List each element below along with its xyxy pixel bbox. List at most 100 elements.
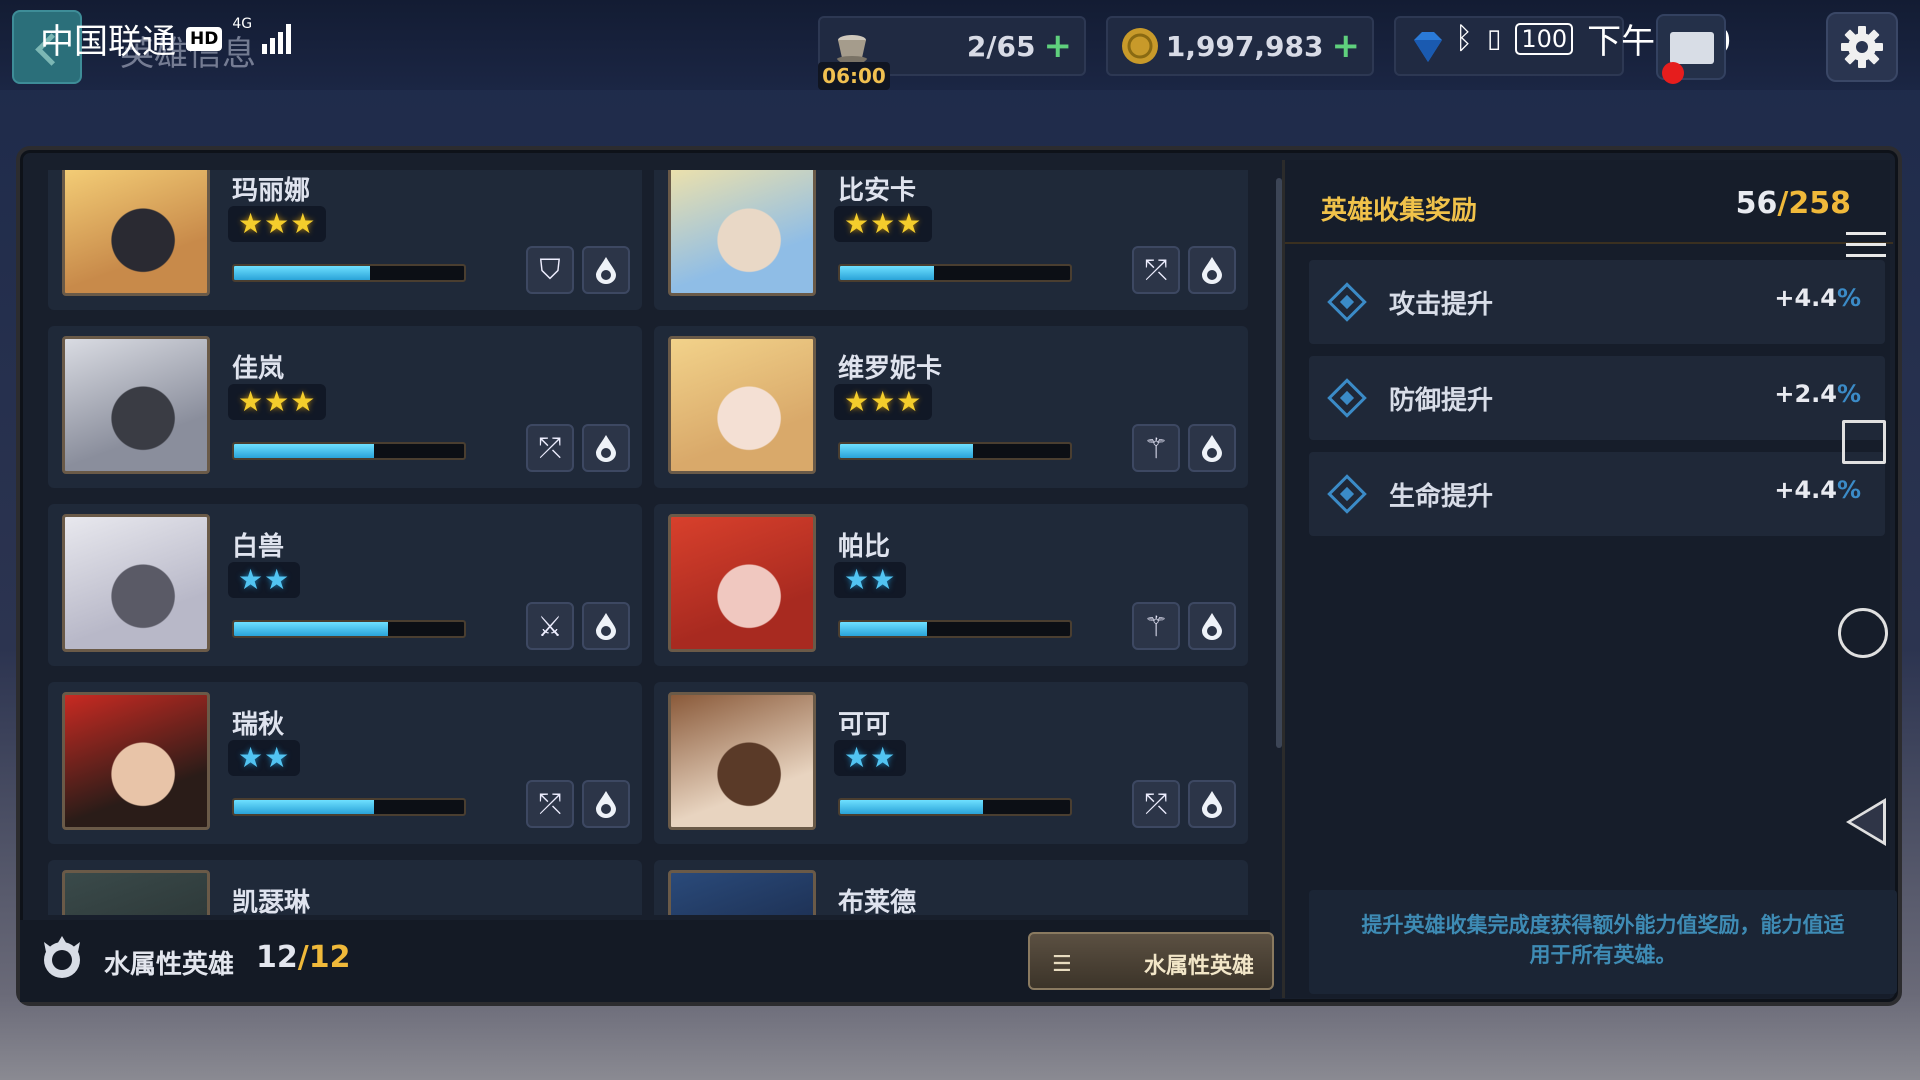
collection-reward-panel: 英雄收集奖励 56/258 攻击提升 +4.4% 防御提升 +2.4% 生命提升… <box>1282 160 1897 998</box>
hero-card[interactable]: 玛丽娜 ★★★ ⛉ <box>48 170 642 310</box>
top-bar: 英雄信息 中国联通 HD 4G 2/65 + 06:00 1,997,983 + <box>0 0 1920 90</box>
add-gold-button[interactable]: + <box>1332 26 1361 66</box>
hero-progress-fill <box>234 622 389 636</box>
hero-portrait <box>668 692 816 830</box>
stat-defense: 防御提升 +2.4% <box>1309 356 1885 440</box>
hero-collection-panel: 玛丽娜 ★★★ ⛉ 比安卡 ★★★ ⤱ 佳岚 ★★★ ⤱ 维罗妮卡 ★★★ ⚚ 白兽 ★★ ⚔ 帕比 ★★ ⚚ 瑞秋… <box>16 146 1902 1006</box>
hero-name: 瑞秋 <box>232 710 285 740</box>
hero-card[interactable]: 白兽 ★★ ⚔ <box>48 504 642 666</box>
hero-card[interactable]: 比安卡 ★★★ ⤱ <box>654 170 1248 310</box>
stat-hp: 生命提升 +4.4% <box>1309 452 1885 536</box>
gold-value: 1,997,983 <box>1165 29 1324 63</box>
element-filter-button[interactable]: ☰ 水属性英雄 <box>1028 932 1274 990</box>
hero-progress-fill <box>840 622 928 636</box>
element-footer: 水属性英雄 12/12 ☰ 水属性英雄 <box>20 920 1274 1002</box>
gear-icon <box>1841 26 1883 68</box>
hero-progress-bar <box>232 264 466 282</box>
crossed-bow-icon: ⤱ <box>526 424 574 472</box>
hd-badge: HD <box>186 26 223 51</box>
hero-progress-fill <box>840 800 983 814</box>
hero-name: 玛丽娜 <box>232 176 311 206</box>
hero-card[interactable]: 佳岚 ★★★ ⤱ <box>48 326 642 488</box>
notification-dot <box>1662 62 1684 84</box>
menu-icon: ☰ <box>1052 952 1072 977</box>
water-drop-icon <box>1188 780 1236 828</box>
stat-value: +2.4% <box>1774 380 1861 408</box>
hero-name: 佳岚 <box>232 354 285 384</box>
mail-icon <box>1670 32 1714 64</box>
stat-unit: % <box>1836 476 1861 504</box>
water-drop-icon <box>582 780 630 828</box>
hero-portrait <box>668 336 816 474</box>
staff-icon: ⚚ <box>1132 602 1180 650</box>
nav-back-button[interactable] <box>1846 798 1886 846</box>
hero-name: 维罗妮卡 <box>838 354 943 384</box>
hero-stars: ★★★ <box>228 384 327 420</box>
stat-number: +4.4 <box>1774 284 1837 312</box>
stat-name: 防御提升 <box>1389 386 1494 416</box>
shield-icon: ⛉ <box>526 246 574 294</box>
mail-button[interactable] <box>1656 14 1726 84</box>
stat-unit: % <box>1836 380 1861 408</box>
hero-card[interactable]: 瑞秋 ★★ ⤱ <box>48 682 642 844</box>
hero-list[interactable]: 玛丽娜 ★★★ ⛉ 比安卡 ★★★ ⤱ 佳岚 ★★★ ⤱ 维罗妮卡 ★★★ ⚚ 白兽 ★★ ⚔ 帕比 ★★ ⚚ 瑞秋… <box>48 170 1288 915</box>
nav-recents-button[interactable] <box>1842 420 1886 464</box>
hero-card[interactable]: 可可 ★★ ⤱ <box>654 682 1248 844</box>
coffee-cup-icon <box>836 35 868 64</box>
element-label: 水属性英雄 <box>104 950 235 980</box>
hero-progress-bar <box>838 620 1072 638</box>
reward-owned: 56 <box>1735 186 1778 221</box>
vibrate-icon: ▯ <box>1487 23 1502 54</box>
hero-stars: ★★ <box>228 740 301 776</box>
android-status-bar: 中国联通 HD 4G <box>40 14 292 63</box>
diamond-icon <box>1327 282 1367 322</box>
hero-card[interactable]: 维罗妮卡 ★★★ ⚚ <box>654 326 1248 488</box>
hero-name: 白兽 <box>232 532 285 562</box>
hero-name: 布莱德 <box>838 888 917 915</box>
water-element-icon <box>44 936 80 978</box>
stat-number: +4.4 <box>1774 476 1837 504</box>
reward-progress: 56/258 <box>1736 186 1851 221</box>
hero-portrait <box>62 336 210 474</box>
description-line: 用于所有英雄。 <box>1529 943 1677 967</box>
nav-menu-icon[interactable] <box>1846 232 1886 265</box>
gold-coin-icon <box>1122 28 1158 64</box>
hero-progress-bar <box>838 264 1072 282</box>
hero-progress-fill <box>234 800 375 814</box>
bluetooth-icon: ᛒ <box>1455 21 1473 56</box>
carrier-label: 中国联通 <box>40 22 176 62</box>
hero-progress-fill <box>840 266 935 280</box>
stat-attack: 攻击提升 +4.4% <box>1309 260 1885 344</box>
stat-unit: % <box>1836 284 1861 312</box>
hero-stars: ★★ <box>834 562 907 598</box>
water-drop-icon <box>1188 602 1236 650</box>
hero-name: 帕比 <box>838 532 891 562</box>
settings-button[interactable] <box>1826 12 1898 82</box>
diamond-icon <box>1327 474 1367 514</box>
staff-icon: ⚚ <box>1132 424 1180 472</box>
hero-card[interactable]: 布莱德 <box>654 860 1248 915</box>
add-stamina-button[interactable]: + <box>1044 26 1073 66</box>
filter-label: 水属性英雄 <box>1143 954 1254 979</box>
water-drop-icon <box>582 424 630 472</box>
owned-count: 12 <box>256 940 298 975</box>
gold-display: 1,997,983 + <box>1106 16 1374 76</box>
water-drop-icon <box>582 602 630 650</box>
hero-card[interactable]: 凯瑟琳 <box>48 860 642 915</box>
stat-name: 生命提升 <box>1389 482 1494 512</box>
stamina-value: 2/65 <box>966 29 1036 63</box>
hero-progress-fill <box>234 266 370 280</box>
reward-header: 英雄收集奖励 56/258 <box>1285 160 1893 244</box>
network-label: 4G <box>232 16 253 32</box>
water-drop-icon <box>1188 246 1236 294</box>
stat-value: +4.4% <box>1774 284 1861 312</box>
total-count: /12 <box>297 940 351 975</box>
hero-progress-bar <box>232 798 466 816</box>
hero-card[interactable]: 帕比 ★★ ⚚ <box>654 504 1248 666</box>
signal-icon <box>262 23 292 54</box>
nav-home-button[interactable] <box>1838 608 1888 658</box>
hero-stars: ★★ <box>834 740 907 776</box>
crossed-bow-icon: ⤱ <box>1132 246 1180 294</box>
blue-gem-icon <box>1414 32 1442 62</box>
hero-progress-fill <box>234 444 375 458</box>
